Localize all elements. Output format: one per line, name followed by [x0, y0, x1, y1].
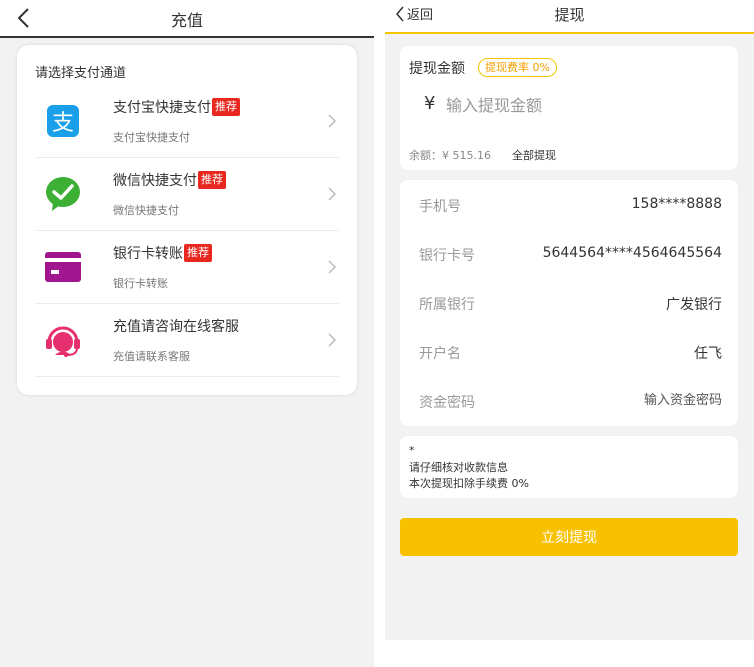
account-info-card: 手机号 158****8888 银行卡号 5644564****45646455…: [400, 180, 738, 426]
withdraw-screen: 返回 提现 提现金额 提现费率 0% ¥ 余额：¥ 515.16 全部提现 手机…: [385, 0, 754, 640]
rate-badge: 提现费率 0%: [478, 58, 557, 77]
payment-option-name: 支付宝快捷支付 推荐: [113, 97, 240, 117]
payment-option-subtitle: 银行卡转账: [113, 277, 168, 290]
field-label: 手机号: [419, 199, 461, 215]
field-value: 广发银行: [666, 297, 722, 313]
alipay-icon: 支: [47, 105, 79, 137]
field-label: 开户名: [419, 346, 461, 362]
payment-option-customer-service[interactable]: 充值请咨询在线客服 充值请联系客服: [35, 304, 339, 377]
notice-marker: *: [409, 444, 415, 457]
bank-card-icon: [45, 252, 81, 282]
notice-text: 请仔细核对收款信息: [409, 461, 508, 474]
amount-input[interactable]: [446, 90, 716, 120]
field-value: 任飞: [694, 346, 722, 362]
payment-option-alipay[interactable]: 支 支付宝快捷支付 推荐 支付宝快捷支付: [35, 85, 339, 158]
payment-option-subtitle: 支付宝快捷支付: [113, 131, 190, 144]
recommend-badge: 推荐: [198, 171, 226, 189]
withdraw-all-link[interactable]: 全部提现: [512, 147, 556, 163]
chevron-right-icon: [328, 187, 337, 201]
customer-service-icon: [46, 326, 80, 357]
info-row-bank: 所属银行 广发银行: [400, 278, 738, 327]
withdraw-amount-card: 提现金额 提现费率 0% ¥ 余额：¥ 515.16 全部提现: [400, 46, 738, 170]
payment-option-name: 充值请咨询在线客服: [113, 319, 239, 335]
payment-option-wechat[interactable]: 微信快捷支付 推荐 微信快捷支付: [35, 158, 339, 231]
payment-option-name: 银行卡转账 推荐: [113, 243, 212, 263]
withdraw-nav-bar: 返回 提现: [385, 0, 754, 34]
chevron-right-icon: [328, 260, 337, 274]
svg-text:支: 支: [52, 111, 74, 136]
payment-option-subtitle: 充值请联系客服: [113, 350, 190, 363]
balance-text: 余额：¥ 515.16: [409, 149, 491, 162]
field-value: 158****8888: [631, 196, 722, 212]
recharge-nav-bar: 充值: [0, 0, 374, 38]
page-title: 充值: [170, 11, 203, 30]
withdraw-submit-button[interactable]: 立刻提现: [400, 518, 738, 556]
info-row-account-name: 开户名 任飞: [400, 327, 738, 376]
fund-password-input[interactable]: [562, 388, 722, 412]
info-row-fund-password: 资金密码: [400, 376, 738, 425]
field-label: 银行卡号: [419, 248, 475, 264]
payment-option-name: 微信快捷支付 推荐: [113, 170, 226, 190]
recharge-screen: 充值 请选择支付通道 支 支付宝快捷支付 推荐 支付宝快捷支付 微信快捷支付 推…: [0, 0, 374, 667]
chevron-right-icon: [328, 114, 337, 128]
payment-option-subtitle: 微信快捷支付: [113, 204, 179, 217]
amount-label: 提现金额: [409, 61, 465, 77]
screenshot-stage: 充值 请选择支付通道 支 支付宝快捷支付 推荐 支付宝快捷支付 微信快捷支付 推…: [0, 0, 754, 667]
section-title: 请选择支付通道: [35, 66, 127, 81]
recommend-badge: 推荐: [184, 244, 212, 262]
chevron-right-icon: [328, 333, 337, 347]
recommend-badge: 推荐: [212, 98, 240, 116]
payment-channel-card: 请选择支付通道 支 支付宝快捷支付 推荐 支付宝快捷支付 微信快捷支付 推荐 微…: [17, 45, 357, 395]
notice-card: * 请仔细核对收款信息 本次提现扣除手续费 0%: [400, 436, 738, 498]
field-label: 所属银行: [419, 297, 475, 313]
field-value: 5644564****4564645564: [542, 245, 722, 261]
notice-text: 本次提现扣除手续费 0%: [409, 477, 529, 490]
info-row-card-number: 银行卡号 5644564****4564645564: [400, 229, 738, 278]
page-title: 提现: [554, 6, 585, 24]
field-label: 资金密码: [419, 395, 475, 411]
info-row-phone: 手机号 158****8888: [400, 180, 738, 229]
payment-option-bank-card[interactable]: 银行卡转账 推荐 银行卡转账: [35, 231, 339, 304]
currency-symbol: ¥: [424, 93, 436, 114]
wechat-icon: [46, 177, 80, 211]
